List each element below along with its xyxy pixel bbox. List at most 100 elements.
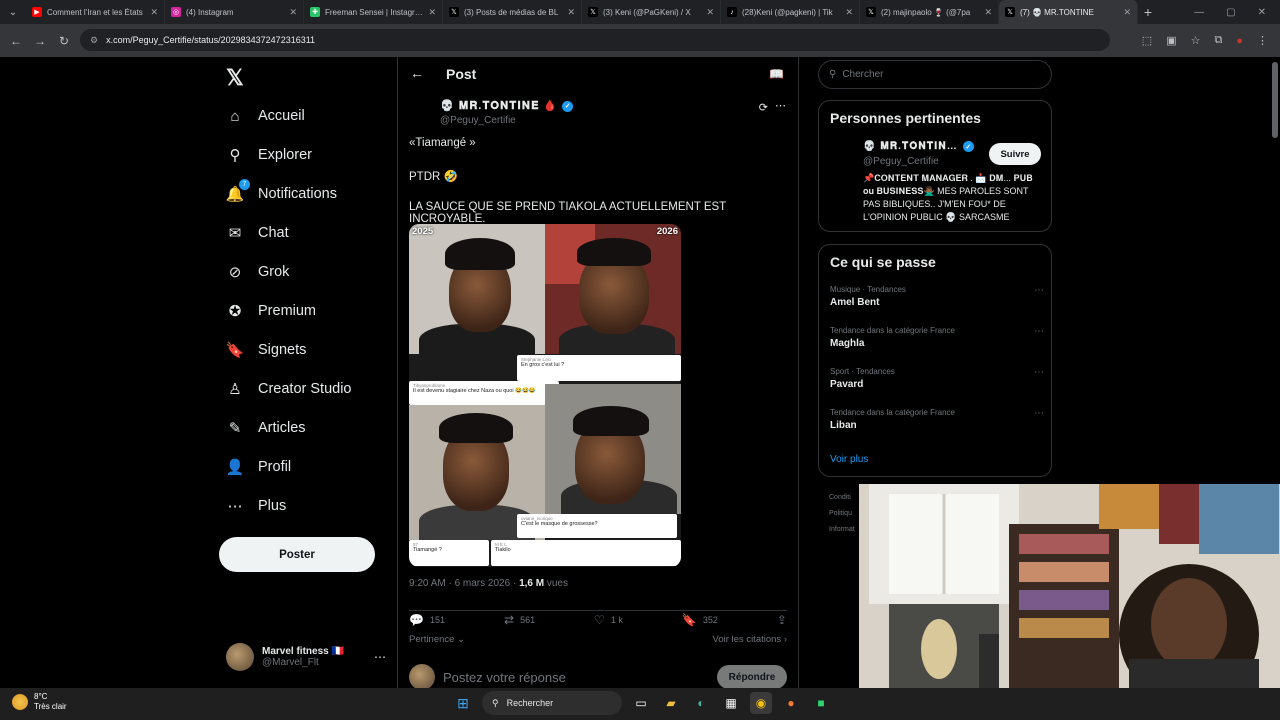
close-tab-icon[interactable]: ✕	[567, 7, 575, 18]
tab-favicon-icon: ▶	[32, 7, 42, 17]
more-options-icon[interactable]: ⋯	[1034, 367, 1044, 378]
search-input[interactable]: ⚲ Chercher	[818, 60, 1052, 89]
close-tab-icon[interactable]: ✕	[706, 7, 714, 18]
relevant-user-handle: @Peguy_Certifie	[863, 156, 939, 167]
sort-dropdown[interactable]: Pertinence ⌄	[409, 634, 465, 645]
nav-item-explore[interactable]: ⚲ Explorer	[226, 141, 313, 169]
more-options-icon[interactable]: ⋯	[1034, 408, 1044, 419]
new-tab-button[interactable]: +	[1138, 4, 1158, 20]
more-options-icon[interactable]: ⋯	[1034, 285, 1044, 296]
reply-button[interactable]: Répondre	[717, 665, 787, 688]
trend-item[interactable]: Musique · Tendances Amel Bent ⋯	[830, 285, 1044, 308]
browser-tab[interactable]: ◎ (4) Instagram ✕	[165, 0, 304, 24]
nav-item-bookmarks[interactable]: 🔖 Signets	[225, 336, 307, 364]
nav-item-premium[interactable]: ✪ Premium	[226, 297, 316, 325]
file-explorer-icon[interactable]: ▰	[660, 692, 682, 714]
firefox-icon[interactable]: ●	[780, 692, 802, 714]
browser-tab[interactable]: ▶ Comment l'Iran et les États ✕	[26, 0, 165, 24]
close-tab-icon[interactable]: ✕	[289, 7, 297, 18]
nav-item-label: Explorer	[258, 147, 312, 163]
repost-action[interactable]: ⇄ 561	[504, 613, 535, 627]
grok-icon: ⊘	[228, 264, 242, 281]
nav-item-creator-studio[interactable]: ♙ Creator Studio	[226, 375, 351, 403]
browser-tab[interactable]: 𝕏 (3) Keni (@PaGKeni) / X ✕	[582, 0, 721, 24]
close-window-icon[interactable]: ✕	[1258, 7, 1266, 18]
footer-link[interactable]: Informat	[829, 522, 855, 538]
browser-tab[interactable]: 𝕏 (3) Posts de médias de BL ✕	[443, 0, 582, 24]
app-icon[interactable]: ■	[810, 692, 832, 714]
close-tab-icon[interactable]: ✕	[1123, 7, 1131, 18]
nav-item-home[interactable]: ⌂ Accueil	[226, 102, 304, 130]
more-options-icon[interactable]: ⋯	[1034, 326, 1044, 337]
browser-tab[interactable]: ✚ Freeman Sensei | Instagram ✕	[304, 0, 443, 24]
minimize-icon[interactable]: —	[1194, 7, 1204, 18]
reply-input[interactable]: Postez votre réponse	[443, 670, 717, 685]
avatar	[409, 664, 435, 688]
nav-item-grok[interactable]: ⊘ Grok	[226, 258, 290, 286]
browser-menu-icon[interactable]: ⋮	[1257, 34, 1268, 47]
share-action[interactable]: ⇪	[777, 613, 787, 627]
extensions-icon[interactable]: ⧉	[1214, 34, 1222, 47]
store-icon[interactable]: ▦	[720, 692, 742, 714]
forward-arrow-icon[interactable]: →	[28, 34, 52, 48]
trend-item[interactable]: Sport · Tendances Pavard ⋯	[830, 367, 1044, 390]
see-more-link[interactable]: Voir plus	[830, 454, 868, 465]
nav-item-label: Profil	[258, 459, 292, 475]
chrome-icon[interactable]: ◉	[750, 692, 772, 714]
creator-studio-icon: ♙	[228, 381, 242, 398]
trend-item[interactable]: Tendance dans la catégorie France Liban ⋯	[830, 408, 1044, 431]
trend-item[interactable]: Tendance dans la catégorie France Maghla ⋯	[830, 326, 1044, 349]
windows-start-icon[interactable]: ⊞	[452, 692, 474, 714]
footer-link[interactable]: Conditi	[829, 490, 855, 506]
edge-icon[interactable]: ◐	[690, 692, 712, 714]
address-bar[interactable]: ⚙ x.com/Peguy_Certifie/status/2029834372…	[80, 29, 1110, 51]
post-image[interactable]: 2025 2026 Stephanie Lolo En gros c'est l…	[409, 224, 681, 567]
close-tab-icon[interactable]: ✕	[150, 7, 158, 18]
browser-tab[interactable]: 𝕏 (2) majinpaolo 🍷 (@7pa ✕	[860, 0, 999, 24]
more-options-icon[interactable]: ⋯	[775, 99, 786, 112]
browser-tab[interactable]: ♪ (28)Keni (@pagkeni) | Tik ✕	[721, 0, 860, 24]
reload-icon[interactable]: ↻	[52, 34, 76, 48]
nav-item-articles[interactable]: ✎ Articles	[226, 414, 306, 442]
post-author[interactable]: 💀 𝐌𝐑.𝐓𝐎𝐍𝐓𝐈𝐍𝐄 🩸 ✓ @Peguy_Certifie	[440, 99, 574, 126]
account-switcher[interactable]: Marvel fitness 🇫🇷 @Marvel_Flt ⋯	[226, 642, 386, 672]
site-info-icon[interactable]: ⚙	[90, 35, 98, 46]
install-icon[interactable]: ⬚	[1142, 34, 1152, 47]
bookmark-action[interactable]: 🔖 352	[682, 613, 718, 627]
relevant-user-name[interactable]: 💀 𝐌𝐑.𝐓𝐎𝐍𝐓𝐈𝐍… ✓	[863, 141, 974, 152]
profile-icon: 👤	[225, 459, 245, 476]
post-button[interactable]: Poster	[219, 537, 375, 572]
browser-tab[interactable]: 𝕏 (7) 💀 MR.TONTINE ✕	[999, 0, 1138, 24]
bookmarks-icon: 🔖	[225, 342, 245, 359]
view-quotes-link[interactable]: Voir les citations ›	[713, 634, 787, 645]
page-scrollbar[interactable]	[1272, 62, 1278, 138]
back-arrow-icon[interactable]: ←	[4, 34, 28, 48]
tab-search-chevron-icon[interactable]: ⌄	[0, 0, 26, 24]
grok-icon[interactable]: ⟳	[759, 101, 768, 114]
like-action[interactable]: ♡ 1 k	[594, 613, 623, 627]
reader-mode-icon[interactable]: 📖	[769, 67, 784, 81]
verified-badge-icon: ✓	[962, 141, 974, 152]
nav-item-chat[interactable]: ✉ Chat	[226, 219, 289, 247]
profile-icon[interactable]: ●	[1236, 35, 1243, 47]
taskbar-search[interactable]: ⚲ Rechercher	[482, 691, 622, 715]
nav-item-more[interactable]: ⋯ Plus	[226, 492, 287, 520]
bookmark-star-icon[interactable]: ☆	[1191, 34, 1201, 47]
x-logo-icon[interactable]: 𝕏	[226, 65, 244, 91]
footer-link[interactable]: Politiqu	[829, 506, 855, 522]
reply-action[interactable]: 💬 151	[409, 613, 445, 627]
back-arrow-icon[interactable]: ←	[410, 65, 424, 81]
task-view-icon[interactable]: ▭	[630, 692, 652, 714]
more-icon[interactable]: ⋯	[374, 650, 386, 664]
follow-button[interactable]: Suivre	[989, 143, 1041, 165]
close-tab-icon[interactable]: ✕	[984, 7, 992, 18]
cast-icon[interactable]: ▣	[1166, 34, 1176, 47]
nav-item-profile[interactable]: 👤 Profil	[226, 453, 291, 481]
nav-item-notifications[interactable]: 🔔 7 Notifications	[226, 179, 337, 208]
maximize-icon[interactable]: ▢	[1226, 7, 1235, 18]
avatar	[226, 643, 254, 671]
close-tab-icon[interactable]: ✕	[428, 7, 436, 18]
close-tab-icon[interactable]: ✕	[845, 7, 853, 18]
trend-category: Sport · Tendances	[830, 367, 895, 376]
weather-widget[interactable]: 8°C Très clair	[12, 692, 67, 712]
